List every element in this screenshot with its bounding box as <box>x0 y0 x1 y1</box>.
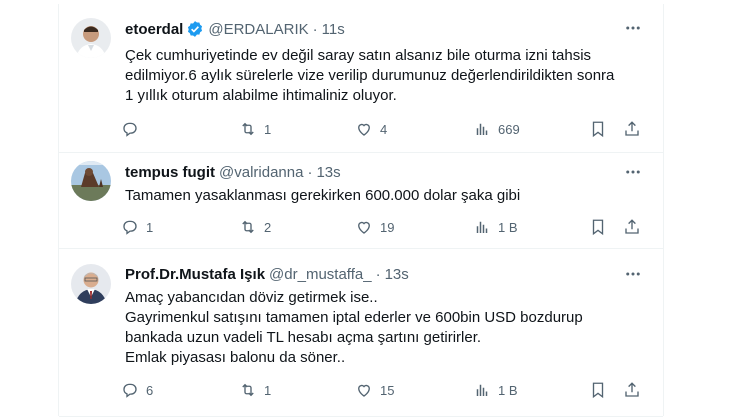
tweet-text-line: bankada uzun vadeli TL hesabı açma şartı… <box>125 329 482 346</box>
author-name[interactable]: Prof.Dr.Mustafa Işık <box>125 266 265 283</box>
reply-button[interactable]: 6 <box>121 381 153 399</box>
reply-icon <box>123 220 137 235</box>
retweet-icon <box>242 383 254 397</box>
like-button[interactable]: 19 <box>355 218 394 236</box>
bookmark-icon <box>592 121 604 138</box>
like-button[interactable]: 4 <box>355 120 387 138</box>
bookmark-icon <box>592 219 604 236</box>
tweet-actions: 1 2 19 1 B <box>121 218 651 240</box>
retweet-icon <box>242 122 254 136</box>
reply-icon <box>123 383 137 398</box>
share-icon <box>625 121 639 136</box>
retweet-button[interactable]: 1 <box>239 120 271 138</box>
tweet-actions: 6 1 15 1 B <box>121 381 651 403</box>
like-count: 15 <box>380 382 395 398</box>
avatar[interactable] <box>71 161 111 201</box>
tweet-header: etoerdal @ERDALARIK · 11s <box>125 20 345 38</box>
avatar[interactable] <box>71 264 111 304</box>
like-icon <box>358 384 370 397</box>
retweet-count: 2 <box>264 219 272 235</box>
bookmark-button[interactable] <box>589 381 607 404</box>
views-button[interactable]: 1 B <box>473 381 518 399</box>
reply-button[interactable]: 1 <box>121 218 153 236</box>
retweet-icon <box>242 220 254 234</box>
avatar[interactable] <box>71 18 111 58</box>
tweet-actions: 1 4 669 <box>121 120 651 142</box>
verified-icon <box>188 21 203 37</box>
like-count: 19 <box>380 219 395 235</box>
timeline: etoerdal @ERDALARIK · 11s Çek cumhuriyet… <box>58 4 664 417</box>
author-handle[interactable]: @dr_mustaffa_ <box>269 266 372 283</box>
tweet-text-line: edilmiyor.6 aylık sürelerle vize verilip… <box>125 67 615 84</box>
view-count: 1 B <box>498 382 518 398</box>
tweet-header: tempus fugit @valridanna · 13s <box>125 164 341 181</box>
reply-count: 1 <box>146 219 154 235</box>
views-button[interactable]: 1 B <box>473 218 518 236</box>
reply-button[interactable] <box>121 120 146 138</box>
tweet-text: Amaç yabancıdan döviz getirmek ise.. Gay… <box>125 288 645 368</box>
retweet-button[interactable]: 2 <box>239 218 271 236</box>
reply-count: 6 <box>146 382 154 398</box>
tweet-text: Tamamen yasaklanması gerekirken 600.000 … <box>125 186 645 206</box>
timestamp[interactable]: 13s <box>385 266 409 283</box>
tweet[interactable]: etoerdal @ERDALARIK · 11s Çek cumhuriyet… <box>59 4 663 153</box>
author-handle[interactable]: @valridanna <box>219 164 303 181</box>
retweet-count: 1 <box>264 382 272 398</box>
bookmark-icon <box>592 382 604 399</box>
tweet-header: Prof.Dr.Mustafa Işık @dr_mustaffa_ · 13s <box>125 266 409 283</box>
timestamp[interactable]: 11s <box>322 21 345 38</box>
tweet-text-line: Tamamen yasaklanması gerekirken 600.000 … <box>125 187 521 204</box>
tweet-text-line: 1 yıllık oturum alabilme ihtimaliniz olu… <box>125 87 397 104</box>
tweet[interactable]: Prof.Dr.Mustafa Işık @dr_mustaffa_ · 13s… <box>59 248 663 417</box>
separator-dot: · <box>307 164 313 181</box>
like-icon <box>358 123 370 136</box>
more-icon[interactable] <box>623 264 643 284</box>
reply-icon <box>123 122 137 137</box>
author-name[interactable]: etoerdal <box>125 21 183 38</box>
share-button[interactable] <box>623 381 641 404</box>
share-icon <box>625 382 639 397</box>
retweet-count: 1 <box>264 121 272 137</box>
tweet-text-line: Çek cumhuriyetinde ev değil saray satın … <box>125 47 592 64</box>
author-handle[interactable]: @ERDALARIK <box>208 21 308 38</box>
views-icon <box>476 384 488 396</box>
like-button[interactable]: 15 <box>355 381 394 399</box>
views-button[interactable]: 669 <box>473 120 520 138</box>
retweet-button[interactable]: 1 <box>239 381 271 399</box>
view-count: 1 B <box>498 219 518 235</box>
tweet[interactable]: tempus fugit @valridanna · 13s Tamamen y… <box>59 152 663 249</box>
tweet-text-line: Amaç yabancıdan döviz getirmek ise.. <box>125 289 378 306</box>
share-button[interactable] <box>623 218 641 241</box>
bookmark-button[interactable] <box>589 120 607 143</box>
tweet-text: Çek cumhuriyetinde ev değil saray satın … <box>125 46 645 106</box>
view-count: 669 <box>498 121 520 137</box>
bookmark-button[interactable] <box>589 218 607 241</box>
share-button[interactable] <box>623 120 641 143</box>
like-icon <box>358 221 370 234</box>
like-count: 4 <box>380 121 388 137</box>
views-icon <box>476 221 488 233</box>
timestamp[interactable]: 13s <box>316 164 340 181</box>
views-icon <box>476 123 488 135</box>
tweet-text-line: Emlak piyasası balonu da söner.. <box>125 349 346 366</box>
author-name[interactable]: tempus fugit <box>125 164 215 181</box>
tweet-text-line: Gayrimenkul satışını tamamen iptal ederl… <box>125 309 583 326</box>
separator-dot: · <box>375 266 381 283</box>
more-icon[interactable] <box>623 162 643 182</box>
separator-dot: · <box>312 20 318 38</box>
share-icon <box>625 219 639 234</box>
more-icon[interactable] <box>623 18 643 38</box>
